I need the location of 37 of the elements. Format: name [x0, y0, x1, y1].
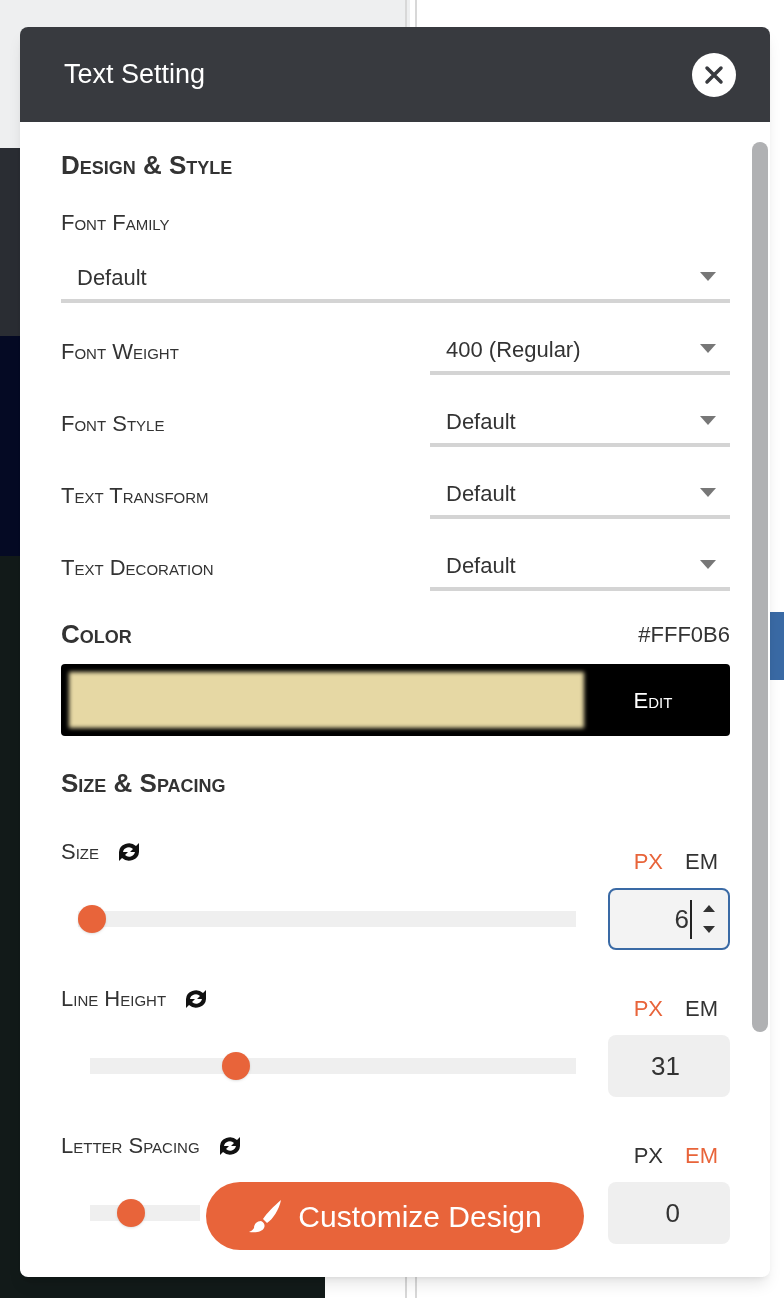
- field-label: Size: [61, 838, 99, 866]
- field-label: Line Height: [61, 985, 167, 1013]
- dropdown-caret-icon: [700, 560, 716, 570]
- dropdown[interactable]: Default: [430, 543, 730, 591]
- field-label: Font Family: [61, 209, 171, 237]
- dropdown-caret-icon: [700, 488, 716, 498]
- dropdown[interactable]: Default: [61, 255, 730, 303]
- color-hex-value: #FFF0B6: [638, 621, 730, 649]
- field-label: Font Weight: [61, 338, 179, 366]
- field-label: Letter Spacing: [61, 1132, 200, 1160]
- close-icon: [704, 64, 724, 85]
- dropdown[interactable]: Default: [430, 471, 730, 519]
- number-input[interactable]: 0: [608, 1182, 730, 1244]
- dropdown-caret-icon: [700, 344, 716, 354]
- slider-thumb[interactable]: [78, 905, 106, 933]
- color-swatch[interactable]: [69, 672, 584, 728]
- field-label: Text Transform: [61, 482, 209, 510]
- unit-tab[interactable]: PX: [633, 1139, 663, 1172]
- field-label: Font Style: [61, 410, 165, 438]
- number-input[interactable]: 6: [608, 888, 730, 950]
- section-heading: Design & Style: [61, 152, 234, 182]
- slider-thumb[interactable]: [221, 1052, 250, 1080]
- stepper-arrows-icon[interactable]: [702, 903, 716, 935]
- dropdown[interactable]: 400 (Regular): [430, 327, 730, 375]
- field-label: Text Decoration: [61, 554, 214, 582]
- dialog-title: Text Setting: [64, 58, 206, 92]
- scrollbar[interactable]: [752, 142, 768, 1032]
- section-heading: Color: [61, 618, 132, 651]
- section-heading: Size & Spacing: [61, 767, 227, 800]
- slider-thumb[interactable]: [116, 1199, 145, 1227]
- dropdown-caret-icon: [700, 416, 716, 426]
- unit-tab[interactable]: EM: [685, 992, 718, 1025]
- number-input[interactable]: 31: [608, 1035, 730, 1097]
- unit-tab[interactable]: EM: [685, 845, 718, 878]
- dropdown[interactable]: Default: [430, 399, 730, 447]
- dropdown-caret-icon: [700, 272, 716, 282]
- close-button[interactable]: [692, 52, 736, 97]
